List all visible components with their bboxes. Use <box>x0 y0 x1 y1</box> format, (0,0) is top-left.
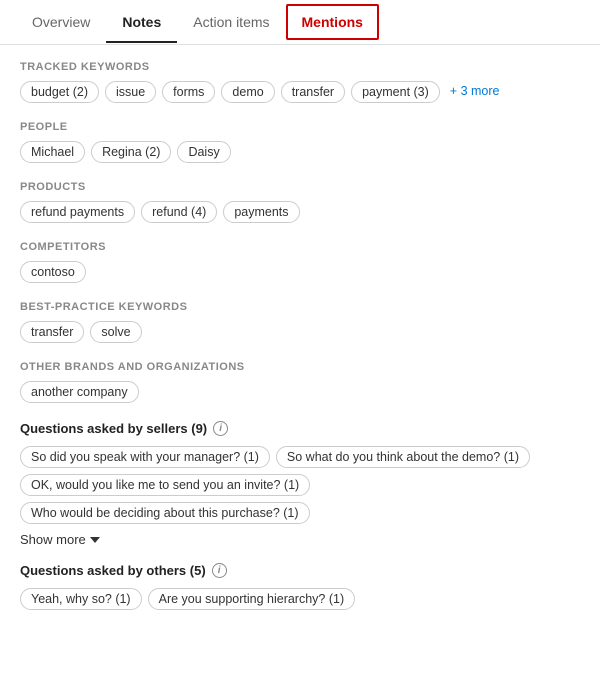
tag-refund-payments[interactable]: refund payments <box>20 201 135 223</box>
competitors-tags: contoso <box>20 261 580 283</box>
show-more-button[interactable]: Show more <box>20 532 580 547</box>
tag-budget[interactable]: budget (2) <box>20 81 99 103</box>
other-brands-tags: another company <box>20 381 580 403</box>
tag-another-company[interactable]: another company <box>20 381 139 403</box>
questions-others-label: Questions asked by others (5) <box>20 563 206 578</box>
tab-notes[interactable]: Notes <box>106 2 177 42</box>
tab-action-items[interactable]: Action items <box>177 2 285 42</box>
chevron-down-icon <box>90 537 100 543</box>
tag-more[interactable]: + 3 more <box>446 81 504 103</box>
competitors-title: COMPETITORS <box>20 241 580 253</box>
tag-transfer-bp[interactable]: transfer <box>20 321 84 343</box>
tracked-keywords-title: TRACKED KEYWORDS <box>20 61 580 73</box>
questions-sellers-section: Questions asked by sellers (9) i So did … <box>20 421 580 547</box>
products-tags: refund payments refund (4) payments <box>20 201 580 223</box>
questions-sellers-info-icon[interactable]: i <box>213 421 228 436</box>
tag-issue[interactable]: issue <box>105 81 156 103</box>
show-more-label: Show more <box>20 532 86 547</box>
tag-contoso[interactable]: contoso <box>20 261 86 283</box>
questions-sellers-tags: So did you speak with your manager? (1) … <box>20 446 580 524</box>
best-practice-title: BEST-PRACTICE KEYWORDS <box>20 301 580 313</box>
products-title: PRODUCTS <box>20 181 580 193</box>
tag-payments[interactable]: payments <box>223 201 299 223</box>
people-section: PEOPLE Michael Regina (2) Daisy <box>20 121 580 163</box>
products-section: PRODUCTS refund payments refund (4) paym… <box>20 181 580 223</box>
tag-question-s3[interactable]: OK, would you like me to send you an inv… <box>20 474 310 496</box>
tab-overview[interactable]: Overview <box>16 2 106 42</box>
people-title: PEOPLE <box>20 121 580 133</box>
tag-question-o2[interactable]: Are you supporting hierarchy? (1) <box>148 588 356 610</box>
tag-forms[interactable]: forms <box>162 81 215 103</box>
best-practice-tags: transfer solve <box>20 321 580 343</box>
other-brands-title: OTHER BRANDS AND ORGANIZATIONS <box>20 361 580 373</box>
questions-sellers-label: Questions asked by sellers (9) <box>20 421 207 436</box>
tag-question-s4[interactable]: Who would be deciding about this purchas… <box>20 502 310 524</box>
questions-others-title: Questions asked by others (5) i <box>20 563 580 578</box>
main-content: TRACKED KEYWORDS budget (2) issue forms … <box>0 45 600 642</box>
tag-question-s2[interactable]: So what do you think about the demo? (1) <box>276 446 530 468</box>
other-brands-section: OTHER BRANDS AND ORGANIZATIONS another c… <box>20 361 580 403</box>
tag-solve[interactable]: solve <box>90 321 141 343</box>
tab-mentions[interactable]: Mentions <box>286 4 379 40</box>
tag-michael[interactable]: Michael <box>20 141 85 163</box>
best-practice-section: BEST-PRACTICE KEYWORDS transfer solve <box>20 301 580 343</box>
tag-payment[interactable]: payment (3) <box>351 81 440 103</box>
tag-refund[interactable]: refund (4) <box>141 201 217 223</box>
tag-daisy[interactable]: Daisy <box>177 141 230 163</box>
tracked-keywords-section: TRACKED KEYWORDS budget (2) issue forms … <box>20 61 580 103</box>
questions-sellers-title: Questions asked by sellers (9) i <box>20 421 580 436</box>
tracked-keywords-tags: budget (2) issue forms demo transfer pay… <box>20 81 580 103</box>
questions-others-tags: Yeah, why so? (1) Are you supporting hie… <box>20 588 580 610</box>
tag-regina[interactable]: Regina (2) <box>91 141 171 163</box>
people-tags: Michael Regina (2) Daisy <box>20 141 580 163</box>
tag-question-o1[interactable]: Yeah, why so? (1) <box>20 588 142 610</box>
tag-demo[interactable]: demo <box>221 81 274 103</box>
tag-question-s1[interactable]: So did you speak with your manager? (1) <box>20 446 270 468</box>
tabs-bar: Overview Notes Action items Mentions <box>0 0 600 45</box>
questions-others-section: Questions asked by others (5) i Yeah, wh… <box>20 563 580 610</box>
questions-others-info-icon[interactable]: i <box>212 563 227 578</box>
tag-transfer[interactable]: transfer <box>281 81 345 103</box>
competitors-section: COMPETITORS contoso <box>20 241 580 283</box>
